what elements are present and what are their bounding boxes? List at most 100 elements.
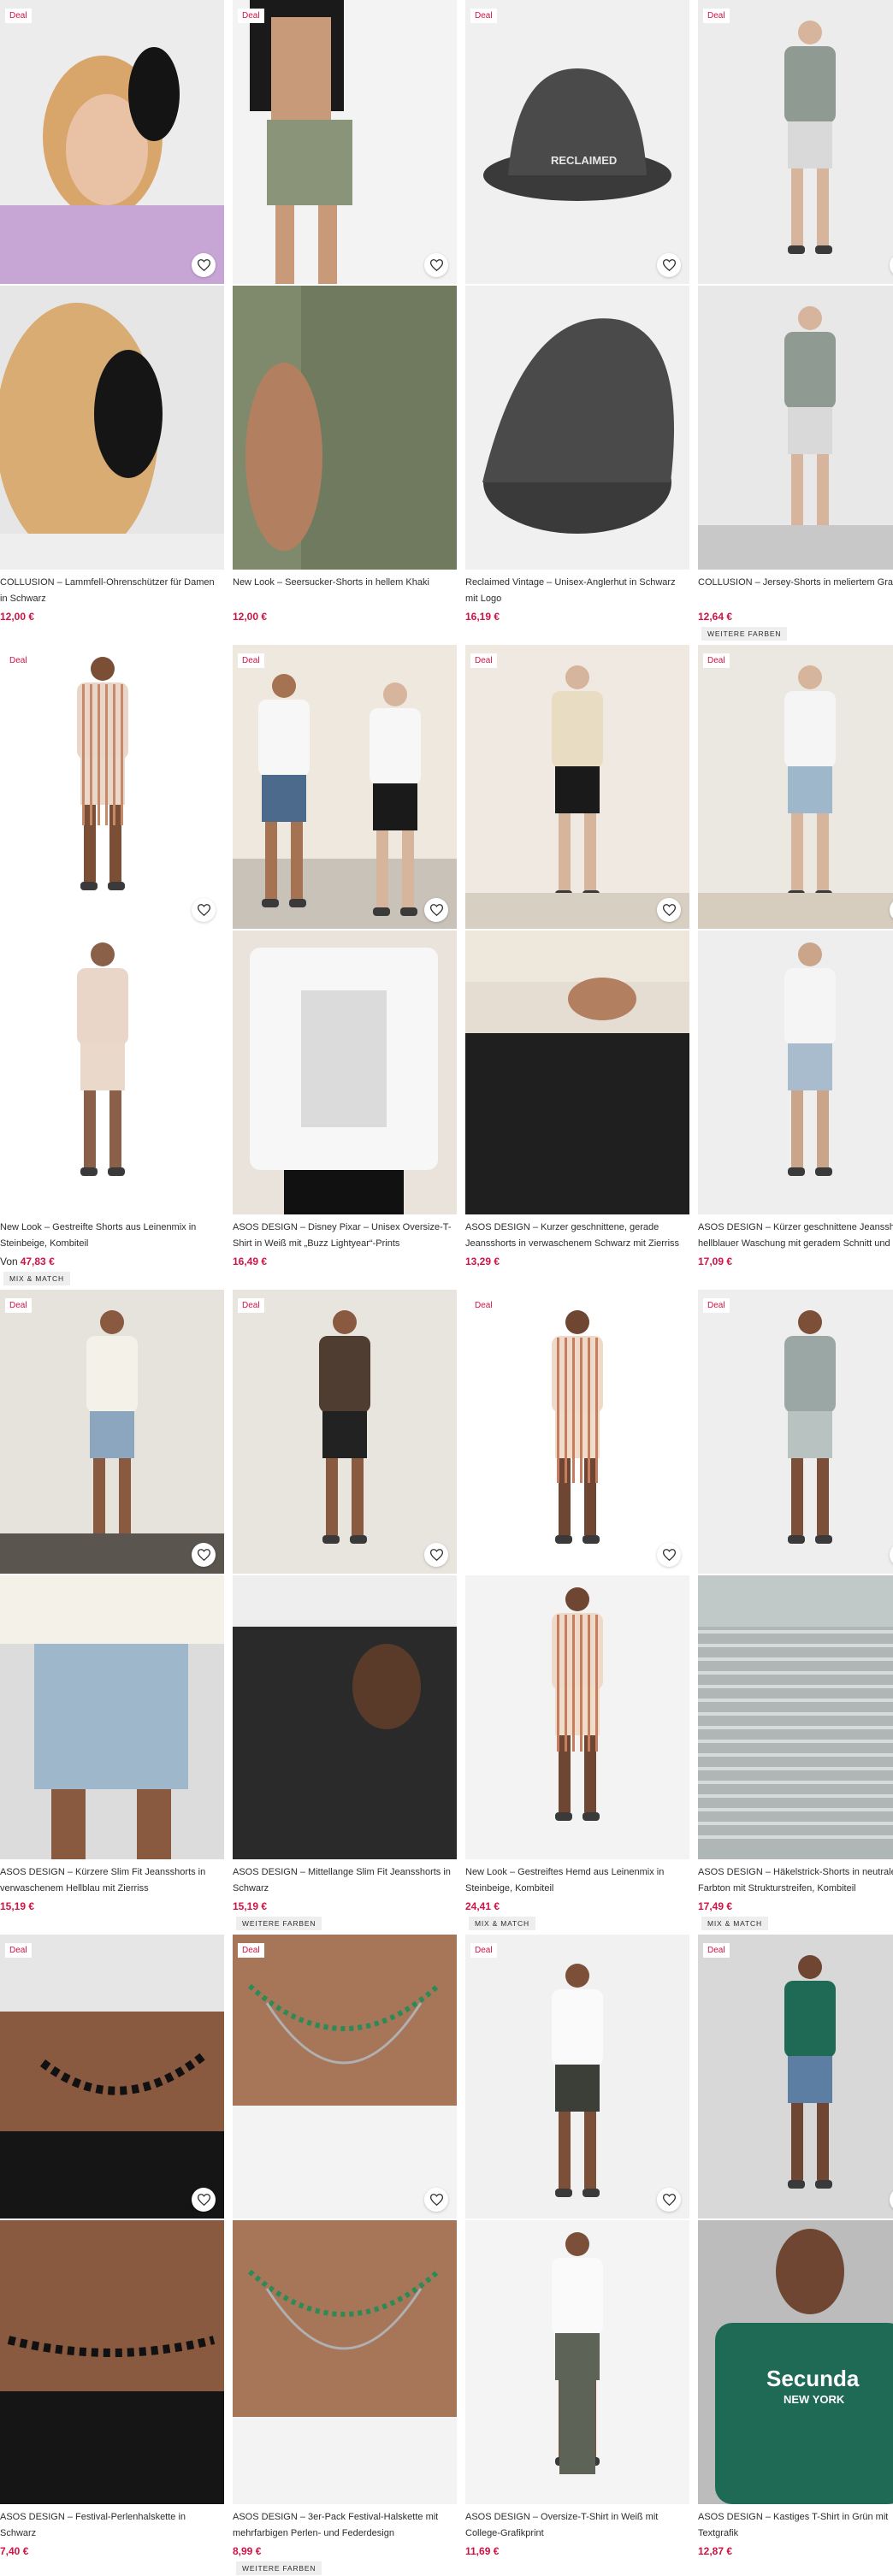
product-image-secondary[interactable] — [233, 931, 457, 1214]
deal-badge: Deal — [703, 1298, 730, 1313]
product-card[interactable]: Deal ASOS DESIGN – Oversize-T-Shirt in We… — [465, 1935, 689, 2576]
product-title[interactable]: ASOS DESIGN – Festival-Perlenhalskette i… — [0, 2509, 224, 2542]
product-card[interactable]: Deal New Look – Seersucker-Shorts in hell… — [233, 0, 457, 641]
heart-icon — [197, 2194, 210, 2206]
product-title[interactable]: ASOS DESIGN – Kastiges T-Shirt in Grün m… — [698, 2509, 893, 2542]
product-card[interactable]: Deal ASOS DESIGN – Disney Pixar – Unisex … — [233, 645, 457, 1286]
product-title[interactable]: ASOS DESIGN – 3er-Pack Festival-Halskett… — [233, 2509, 457, 2542]
product-image-primary[interactable]: Deal — [233, 1935, 457, 2219]
wishlist-button[interactable] — [657, 1543, 681, 1567]
product-image-secondary[interactable] — [0, 1575, 224, 1859]
wishlist-button[interactable] — [192, 2188, 216, 2212]
product-tag[interactable]: MIX & MATCH — [701, 1917, 768, 1930]
product-price-row: 13,29 € — [465, 1256, 500, 1267]
product-image-secondary[interactable] — [233, 2220, 457, 2504]
product-image-primary[interactable]: Deal — [465, 1935, 689, 2219]
product-card[interactable]: Deal ASOS DESIGN – Häkelstrick-Shorts in … — [698, 1290, 893, 1931]
product-image-secondary[interactable]: Secunda NEW YORK — [698, 2220, 893, 2504]
deal-badge: Deal — [470, 1298, 497, 1313]
deal-badge: Deal — [703, 1943, 730, 1958]
wishlist-button[interactable] — [192, 1543, 216, 1567]
heart-icon — [197, 259, 210, 271]
product-price: 17,49 € — [698, 1900, 733, 1912]
product-card[interactable]: Deal New Look – Gestreifte Shorts aus Lei… — [0, 645, 224, 1286]
product-image-secondary[interactable] — [698, 286, 893, 570]
product-image-secondary[interactable] — [0, 2220, 224, 2504]
wishlist-button[interactable] — [657, 253, 681, 277]
product-image-primary[interactable]: Deal — [233, 0, 457, 284]
product-image-secondary[interactable] — [698, 1575, 893, 1859]
product-image-primary[interactable]: Deal — [465, 645, 689, 929]
heart-icon — [429, 259, 443, 271]
product-image-primary[interactable]: Deal — [0, 0, 224, 284]
product-card[interactable]: Deal ASOS DESIGN – Kurzer geschnittene, g… — [465, 645, 689, 1286]
product-title[interactable]: COLLUSION – Jersey-Shorts in meliertem G… — [698, 575, 893, 591]
product-price: 15,19 € — [0, 1900, 35, 1912]
product-image-primary[interactable]: Deal — [0, 645, 224, 929]
product-card[interactable]: Deal ASOS DESIGN – Mittellange Slim Fit J… — [233, 1290, 457, 1931]
product-image-primary[interactable]: Deal — [698, 1290, 893, 1574]
product-image-secondary[interactable] — [0, 931, 224, 1214]
wishlist-button[interactable] — [657, 2188, 681, 2212]
wishlist-button[interactable] — [657, 898, 681, 922]
product-tag[interactable]: WEITERE FARBEN — [236, 1917, 322, 1930]
product-card[interactable]: Deal ASOS DESIGN – Festival-Perlenhalsket… — [0, 1935, 224, 2576]
product-card[interactable]: Deal ASOS DESIGN – Kürzer geschnittene Je… — [698, 645, 893, 1286]
product-image-secondary[interactable] — [0, 286, 224, 570]
product-tag[interactable]: WEITERE FARBEN — [236, 2561, 322, 2575]
product-image-primary[interactable]: Deal — [465, 1290, 689, 1574]
product-title[interactable]: New Look – Seersucker-Shorts in hellem K… — [233, 575, 457, 591]
product-title[interactable]: ASOS DESIGN – Kürzer geschnittene Jeanss… — [698, 1220, 893, 1252]
product-title[interactable]: Reclaimed Vintage – Unisex-Anglerhut in … — [465, 575, 689, 607]
product-image-secondary[interactable] — [465, 1575, 689, 1859]
product-card[interactable]: Deal ASOS DESIGN – 3er-Pack Festival-Hals… — [233, 1935, 457, 2576]
heart-icon — [662, 904, 676, 916]
product-image-secondary[interactable] — [233, 286, 457, 570]
wishlist-button[interactable] — [424, 1543, 448, 1567]
product-image-secondary[interactable] — [465, 2220, 689, 2504]
product-price: 7,40 € — [0, 2545, 29, 2557]
product-image-secondary[interactable] — [465, 931, 689, 1214]
product-title[interactable]: New Look – Gestreifte Shorts aus Leinenm… — [0, 1220, 224, 1252]
product-title[interactable]: New Look – Gestreiftes Hemd aus Leinenmi… — [465, 1864, 689, 1897]
product-image-primary[interactable]: Deal — [233, 645, 457, 929]
product-price-row: 17,49 € — [698, 1900, 732, 1912]
deal-badge: Deal — [5, 1943, 32, 1958]
product-title[interactable]: ASOS DESIGN – Kürzere Slim Fit Jeansshor… — [0, 1864, 224, 1897]
deal-badge: Deal — [470, 1943, 497, 1958]
product-title[interactable]: ASOS DESIGN – Mittellange Slim Fit Jeans… — [233, 1864, 457, 1897]
product-card[interactable]: Deal RECLAIMED Reclaimed Vintage – Unisex-… — [465, 0, 689, 641]
product-image-secondary[interactable] — [698, 931, 893, 1214]
product-image-primary[interactable]: Deal — [698, 645, 893, 929]
wishlist-button[interactable] — [192, 898, 216, 922]
product-tag[interactable]: WEITERE FARBEN — [701, 627, 788, 641]
product-image-primary[interactable]: Deal — [0, 1290, 224, 1574]
product-tag[interactable]: MIX & MATCH — [469, 1917, 535, 1930]
product-title[interactable]: ASOS DESIGN – Häkelstrick-Shorts in neut… — [698, 1864, 893, 1897]
product-card[interactable]: Deal COLLUSION – Jersey-Shorts in meliert… — [698, 0, 893, 641]
product-image-secondary[interactable] — [233, 1575, 457, 1859]
wishlist-button[interactable] — [424, 898, 448, 922]
product-title[interactable]: ASOS DESIGN – Oversize-T-Shirt in Weiß m… — [465, 2509, 689, 2542]
product-card[interactable]: Deal New Look – Gestreiftes Hemd aus Lein… — [465, 1290, 689, 1931]
product-card[interactable]: Deal COLLUSION – Lammfell-Ohrenschützer f… — [0, 0, 224, 641]
product-image-primary[interactable]: Deal RECLAIMED — [465, 0, 689, 284]
product-card[interactable]: Deal ASOS DESIGN – Kürzere Slim Fit Jeans… — [0, 1290, 224, 1931]
product-tag[interactable]: MIX & MATCH — [3, 1272, 70, 1285]
product-price-row: 12,00 € — [0, 611, 34, 623]
product-title[interactable]: COLLUSION – Lammfell-Ohrenschützer für D… — [0, 575, 224, 607]
product-image-primary[interactable]: Deal — [698, 0, 893, 284]
product-price: 12,87 € — [698, 2545, 733, 2557]
product-card[interactable]: Deal Secunda NEW YORK ASOS DESIGN – Kastige… — [698, 1935, 893, 2576]
product-title[interactable]: ASOS DESIGN – Disney Pixar – Unisex Over… — [233, 1220, 457, 1252]
product-image-primary[interactable]: Deal — [698, 1935, 893, 2219]
product-image-primary[interactable]: Deal — [233, 1290, 457, 1574]
product-title[interactable]: ASOS DESIGN – Kurzer geschnittene, gerad… — [465, 1220, 689, 1252]
product-price: 16,49 € — [233, 1256, 268, 1267]
product-image-primary[interactable]: Deal — [0, 1935, 224, 2219]
product-image-secondary[interactable] — [465, 286, 689, 570]
wishlist-button[interactable] — [424, 253, 448, 277]
wishlist-button[interactable] — [424, 2188, 448, 2212]
wishlist-button[interactable] — [192, 253, 216, 277]
heart-icon — [662, 1549, 676, 1561]
